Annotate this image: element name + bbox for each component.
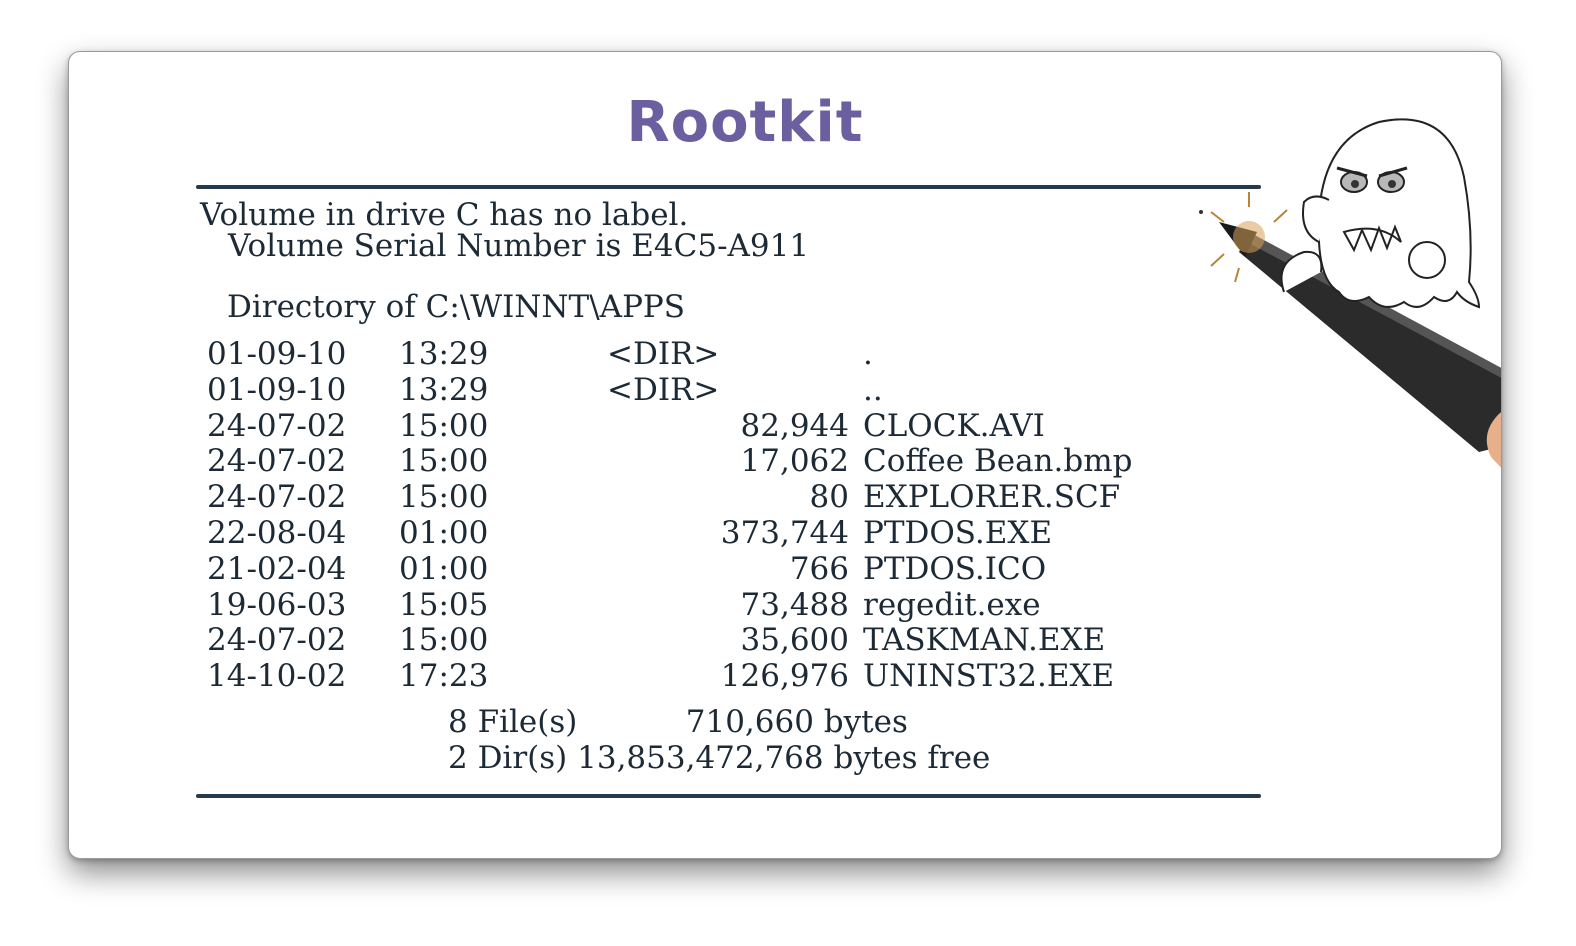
- directory-path-line: Directory of C:\WINNT\APPS: [227, 289, 686, 325]
- entry-time: 15:00: [399, 622, 489, 659]
- entry-date: 24-07-02: [207, 443, 347, 480]
- dir-count-summary: 2 Dir(s) 13,853,472,768 bytes free: [448, 740, 991, 776]
- entry-time: 13:29: [399, 336, 489, 372]
- entry-time: 15:00: [399, 407, 489, 444]
- entry-name: PTDOS.EXE: [863, 514, 1053, 551]
- file-count-summary: 8 File(s) 710,660 bytes: [448, 704, 908, 740]
- entry-name: Coffee Bean.bmp: [863, 443, 1133, 480]
- entry-dir-flag: <DIR>: [607, 371, 720, 408]
- entry-time: 13:29: [399, 371, 489, 408]
- video-frame: Rootkit Volume in drive C has no label. …: [68, 51, 1502, 859]
- entry-name: UNINST32.EXE: [863, 658, 1115, 695]
- entry-size: 73,488: [740, 586, 849, 623]
- entry-name: ..: [863, 371, 883, 408]
- entry-date: 22-08-04: [207, 514, 347, 551]
- entry-date: 19-06-03: [207, 586, 347, 623]
- entry-date: 21-02-04: [207, 550, 347, 587]
- entry-time: 17:23: [399, 658, 489, 695]
- entry-dir-flag: <DIR>: [607, 336, 720, 372]
- entry-time: 15:00: [399, 443, 489, 480]
- entry-date: 14-10-02: [207, 658, 347, 695]
- bottom-divider: [196, 794, 1261, 798]
- entry-size: 126,976: [720, 658, 849, 695]
- top-divider: [196, 185, 1261, 189]
- entry-name: EXPLORER.SCF: [863, 479, 1121, 516]
- entry-size: 17,062: [740, 443, 849, 480]
- entry-size: 82,944: [740, 407, 849, 444]
- ghost-pen-icon: [1199, 118, 1501, 468]
- entry-date: 24-07-02: [207, 622, 347, 659]
- entry-time: 01:00: [399, 514, 489, 551]
- entry-date: 01-09-10: [207, 371, 347, 408]
- entry-name: PTDOS.ICO: [863, 550, 1047, 587]
- entry-name: CLOCK.AVI: [863, 407, 1045, 444]
- volume-serial-line: Volume Serial Number is E4C5-A911: [228, 228, 810, 264]
- entry-size: 35,600: [740, 622, 849, 659]
- entry-date: 24-07-02: [207, 407, 347, 444]
- entry-time: 15:05: [399, 586, 489, 623]
- entry-name: regedit.exe: [863, 586, 1041, 623]
- entry-size: 766: [789, 550, 849, 587]
- entry-size: 80: [809, 479, 849, 516]
- entry-name: .: [863, 336, 873, 372]
- entry-size: 373,744: [720, 514, 849, 551]
- entry-name: TASKMAN.EXE: [863, 622, 1106, 659]
- entry-date: 24-07-02: [207, 479, 347, 516]
- entry-time: 01:00: [399, 550, 489, 587]
- entry-date: 01-09-10: [207, 336, 347, 372]
- entry-time: 15:00: [399, 479, 489, 516]
